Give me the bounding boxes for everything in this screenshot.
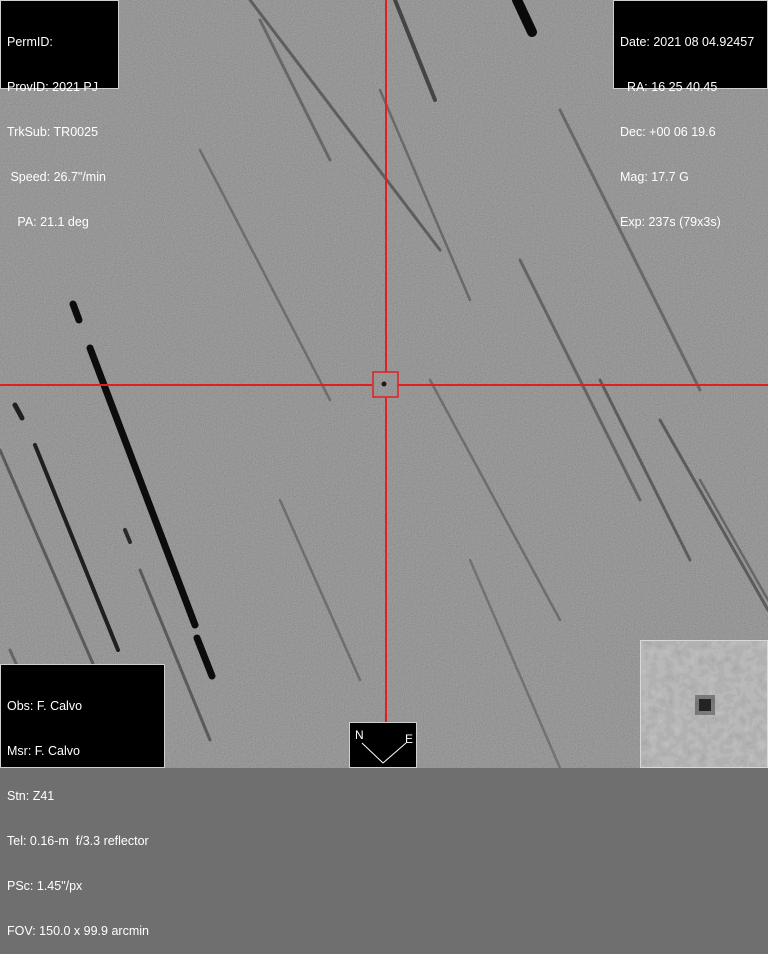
astrometry-info-panel: Date: 2021 08 04.92457 RA: 16 25 40.45 D… <box>613 0 768 229</box>
station-text: Stn: Z41 <box>7 789 55 803</box>
compass-rose: N E <box>349 722 417 768</box>
compass-north-label: N <box>355 728 364 742</box>
date-text: Date: 2021 08 04.92457 <box>620 35 755 49</box>
dec-text: Dec: +00 06 19.6 <box>620 125 716 139</box>
provid-text: ProvID: 2021 PJ <box>7 80 99 94</box>
compass-east-label: E <box>405 732 414 746</box>
trksub-text: TrkSub: TR0025 <box>7 125 99 139</box>
telescope-text: Tel: 0.16-m f/3.3 reflector <box>7 834 149 848</box>
tracking-info-panel: PermID: ProvID: 2021 PJ TrkSub: TR0025 S… <box>0 0 119 229</box>
mag-text: Mag: 17.7 G <box>620 170 689 184</box>
permid-text: PermID: <box>7 35 53 49</box>
observer-info-panel: Obs: F. Calvo Msr: F. Calvo Stn: Z41 Tel… <box>0 664 165 938</box>
measurer-text: Msr: F. Calvo <box>7 744 80 758</box>
inset-target-halo <box>695 695 715 715</box>
target-object <box>381 381 387 387</box>
fov-text: FOV: 150.0 x 99.9 arcmin <box>7 924 149 938</box>
speed-text: Speed: 26.7"/min <box>7 170 106 184</box>
exp-text: Exp: 237s (79x3s) <box>620 215 721 229</box>
pixel-scale-text: PSc: 1.45"/px <box>7 879 83 893</box>
ra-text: RA: 16 25 40.45 <box>620 80 718 94</box>
observer-text: Obs: F. Calvo <box>7 699 83 713</box>
zoom-inset-image <box>641 641 767 767</box>
target-zoom-inset <box>640 640 768 768</box>
pa-text: PA: 21.1 deg <box>7 215 89 229</box>
